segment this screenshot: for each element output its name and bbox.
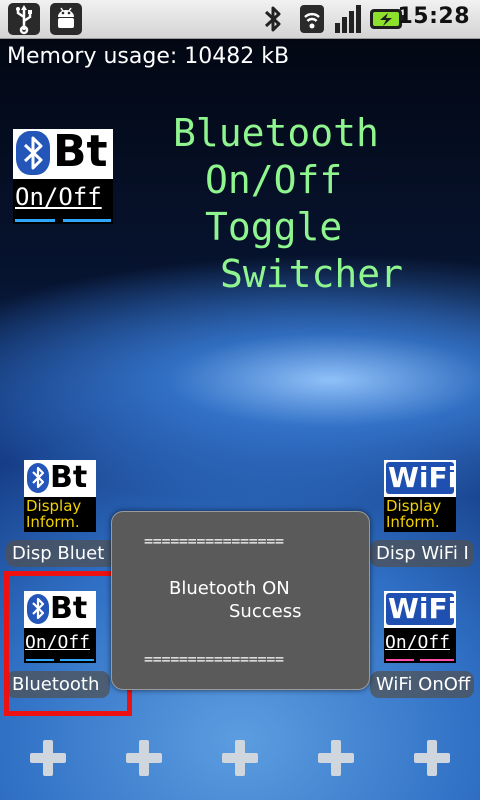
android-debug-icon [50, 3, 82, 35]
shortcut-wifi-onoff[interactable]: WiFi On/Off WiFi OnOff [368, 589, 474, 701]
signal-strength-icon [332, 3, 364, 35]
toast-separator-bottom: ================ [144, 650, 284, 668]
usb-icon [8, 3, 40, 35]
disp-wifi-sub-line2: Inform. [386, 513, 440, 531]
memory-usage-text: Memory usage: 10482 kB [7, 44, 290, 69]
add-shortcut-button-2[interactable] [126, 740, 162, 776]
add-shortcut-button-4[interactable] [318, 740, 354, 776]
toast-separator-top: ================ [144, 532, 284, 550]
add-shortcut-button-1[interactable] [30, 740, 66, 776]
wifi-onoff-label: WiFi OnOff [370, 671, 474, 698]
disp-wifi-label: Disp WiFi I [370, 540, 474, 567]
bluetooth-logo-icon [27, 463, 49, 493]
add-shortcut-button-3[interactable] [222, 740, 258, 776]
wifi-status-icon [296, 3, 328, 35]
disp-wifi-logo-text: WiFi [388, 461, 458, 494]
disp-bluetooth-logo-text: Bt [50, 460, 88, 495]
toast-line-2: Success [229, 601, 302, 622]
app-icon: Bt On/Off [13, 126, 113, 224]
disp-bluetooth-sub-line1: Display [26, 497, 82, 515]
add-shortcut-button-5[interactable] [414, 740, 450, 776]
app-icon-sub-text: On/Off [15, 183, 102, 211]
disp-bluetooth-icon: Bt Display Inform. [24, 460, 96, 532]
app-title-line-3: Toggle [205, 205, 343, 249]
wifi-onoff-logo-text: WiFi [388, 592, 458, 625]
app-icon-logo-text: Bt [53, 126, 108, 177]
bluetooth-status-icon [258, 3, 288, 35]
bluetooth-logo-icon [16, 131, 50, 175]
app-title-line-2: On/Off [205, 158, 343, 202]
wifi-onoff-icon: WiFi On/Off [384, 591, 458, 663]
wifi-onoff-sub-text: On/Off [385, 632, 451, 653]
app-title-line-4: Switcher [220, 252, 404, 296]
disp-bluetooth-label: Disp Bluet [6, 540, 116, 567]
toast-line-1: Bluetooth ON [169, 578, 290, 599]
status-clock: 15:28 [397, 4, 470, 29]
status-bar: 15:28 [0, 0, 480, 39]
app-title-line-1: Bluetooth [173, 111, 379, 155]
home-screen: 15:28 Memory usage: 10482 kB Bt On/Off B… [0, 0, 480, 800]
disp-wifi-icon: WiFi Display Inform. [384, 460, 458, 532]
disp-bluetooth-sub-line2: Inform. [26, 513, 80, 531]
shortcut-disp-wifi[interactable]: WiFi Display Inform. Disp WiFi I [368, 458, 474, 570]
disp-wifi-sub-line1: Display [386, 497, 442, 515]
shortcut-disp-bluetooth[interactable]: Bt Display Inform. Disp Bluet [6, 458, 116, 570]
toast-message: ================ Bluetooth ON Success ==… [111, 511, 370, 690]
